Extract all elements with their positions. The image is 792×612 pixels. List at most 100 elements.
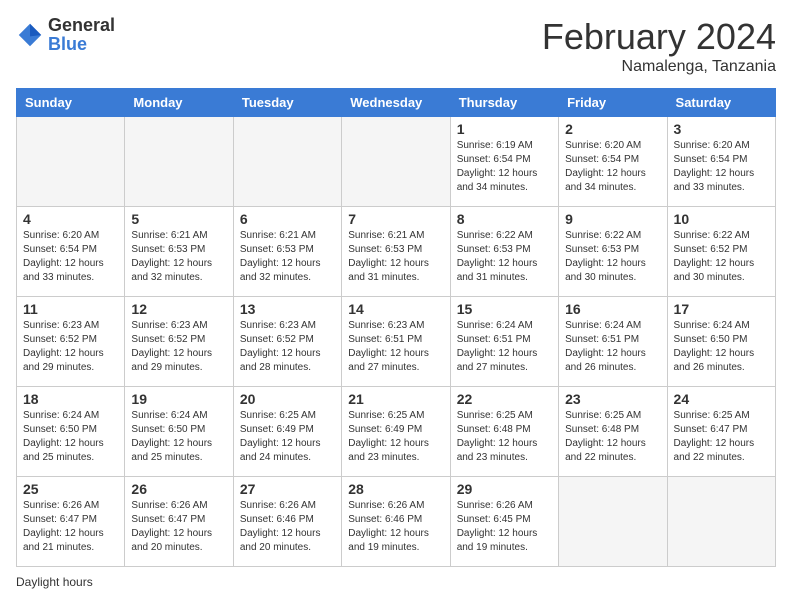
calendar-header-row: SundayMondayTuesdayWednesdayThursdayFrid… bbox=[17, 89, 776, 117]
day-number: 5 bbox=[131, 211, 226, 227]
day-info: Sunrise: 6:19 AM Sunset: 6:54 PM Dayligh… bbox=[457, 139, 552, 195]
calendar-table: SundayMondayTuesdayWednesdayThursdayFrid… bbox=[16, 88, 776, 567]
day-number: 13 bbox=[240, 301, 335, 317]
day-info: Sunrise: 6:25 AM Sunset: 6:48 PM Dayligh… bbox=[457, 409, 552, 465]
calendar-cell: 15 Sunrise: 6:24 AM Sunset: 6:51 PM Dayli… bbox=[450, 297, 558, 387]
calendar-cell: 28 Sunrise: 6:26 AM Sunset: 6:46 PM Dayli… bbox=[342, 477, 450, 567]
day-info: Sunrise: 6:20 AM Sunset: 6:54 PM Dayligh… bbox=[674, 139, 769, 195]
col-header-wednesday: Wednesday bbox=[342, 89, 450, 117]
calendar-cell bbox=[667, 477, 775, 567]
calendar-cell: 6Sunrise: 6:21 AM Sunset: 6:53 PM Daylig… bbox=[233, 207, 341, 297]
calendar-cell bbox=[559, 477, 667, 567]
calendar-cell: 9 Sunrise: 6:22 AM Sunset: 6:53 PM Daylig… bbox=[559, 207, 667, 297]
calendar-cell: 27Sunrise: 6:26 AM Sunset: 6:46 PM Dayli… bbox=[233, 477, 341, 567]
day-info: Sunrise: 6:25 AM Sunset: 6:49 PM Dayligh… bbox=[240, 409, 335, 465]
day-number: 18 bbox=[23, 391, 118, 407]
day-number: 2 bbox=[565, 121, 660, 137]
logo: General Blue bbox=[16, 16, 115, 54]
calendar-cell: 4 Sunrise: 6:20 AM Sunset: 6:54 PM Daylig… bbox=[17, 207, 125, 297]
day-info: Sunrise: 6:25 AM Sunset: 6:47 PM Dayligh… bbox=[674, 409, 769, 465]
calendar-cell: 25 Sunrise: 6:26 AM Sunset: 6:47 PM Dayli… bbox=[17, 477, 125, 567]
day-number: 29 bbox=[457, 481, 552, 497]
calendar-cell bbox=[125, 117, 233, 207]
day-number: 9 bbox=[565, 211, 660, 227]
calendar-week-2: 4 Sunrise: 6:20 AM Sunset: 6:54 PM Daylig… bbox=[17, 207, 776, 297]
day-number: 1 bbox=[457, 121, 552, 137]
day-info: Sunrise: 6:24 AM Sunset: 6:50 PM Dayligh… bbox=[674, 319, 769, 375]
calendar-week-1: 1 Sunrise: 6:19 AM Sunset: 6:54 PM Daylig… bbox=[17, 117, 776, 207]
day-info: Sunrise: 6:21 AM Sunset: 6:53 PM Dayligh… bbox=[348, 229, 443, 285]
page-header: General Blue February 2024 Namalenga, Ta… bbox=[16, 16, 776, 76]
day-number: 14 bbox=[348, 301, 443, 317]
day-info: Sunrise: 6:20 AM Sunset: 6:54 PM Dayligh… bbox=[565, 139, 660, 195]
day-number: 6 bbox=[240, 211, 335, 227]
day-info: Sunrise: 6:26 AM Sunset: 6:46 PM Dayligh… bbox=[348, 499, 443, 555]
day-number: 16 bbox=[565, 301, 660, 317]
day-info: Sunrise: 6:22 AM Sunset: 6:52 PM Dayligh… bbox=[674, 229, 769, 285]
day-number: 17 bbox=[674, 301, 769, 317]
calendar-week-3: 11 Sunrise: 6:23 AM Sunset: 6:52 PM Dayli… bbox=[17, 297, 776, 387]
calendar-cell: 24 Sunrise: 6:25 AM Sunset: 6:47 PM Dayli… bbox=[667, 387, 775, 477]
day-number: 15 bbox=[457, 301, 552, 317]
day-number: 28 bbox=[348, 481, 443, 497]
calendar-cell bbox=[17, 117, 125, 207]
day-info: Sunrise: 6:24 AM Sunset: 6:51 PM Dayligh… bbox=[457, 319, 552, 375]
col-header-tuesday: Tuesday bbox=[233, 89, 341, 117]
day-info: Sunrise: 6:26 AM Sunset: 6:47 PM Dayligh… bbox=[23, 499, 118, 555]
col-header-friday: Friday bbox=[559, 89, 667, 117]
calendar-cell bbox=[233, 117, 341, 207]
month-title: February 2024 bbox=[542, 16, 776, 58]
day-number: 27 bbox=[240, 481, 335, 497]
day-number: 19 bbox=[131, 391, 226, 407]
day-info: Sunrise: 6:20 AM Sunset: 6:54 PM Dayligh… bbox=[23, 229, 118, 285]
calendar-cell: 3 Sunrise: 6:20 AM Sunset: 6:54 PM Daylig… bbox=[667, 117, 775, 207]
calendar-cell: 2 Sunrise: 6:20 AM Sunset: 6:54 PM Daylig… bbox=[559, 117, 667, 207]
day-info: Sunrise: 6:23 AM Sunset: 6:51 PM Dayligh… bbox=[348, 319, 443, 375]
day-info: Sunrise: 6:24 AM Sunset: 6:51 PM Dayligh… bbox=[565, 319, 660, 375]
day-number: 21 bbox=[348, 391, 443, 407]
day-info: Sunrise: 6:21 AM Sunset: 6:53 PM Dayligh… bbox=[131, 229, 226, 285]
calendar-cell: 12Sunrise: 6:23 AM Sunset: 6:52 PM Dayli… bbox=[125, 297, 233, 387]
calendar-cell: 1 Sunrise: 6:19 AM Sunset: 6:54 PM Daylig… bbox=[450, 117, 558, 207]
calendar-cell: 23 Sunrise: 6:25 AM Sunset: 6:48 PM Dayli… bbox=[559, 387, 667, 477]
day-info: Sunrise: 6:22 AM Sunset: 6:53 PM Dayligh… bbox=[457, 229, 552, 285]
calendar-cell: 14 Sunrise: 6:23 AM Sunset: 6:51 PM Dayli… bbox=[342, 297, 450, 387]
day-number: 8 bbox=[457, 211, 552, 227]
day-info: Sunrise: 6:22 AM Sunset: 6:53 PM Dayligh… bbox=[565, 229, 660, 285]
day-info: Sunrise: 6:24 AM Sunset: 6:50 PM Dayligh… bbox=[131, 409, 226, 465]
day-number: 23 bbox=[565, 391, 660, 407]
col-header-sunday: Sunday bbox=[17, 89, 125, 117]
day-info: Sunrise: 6:26 AM Sunset: 6:47 PM Dayligh… bbox=[131, 499, 226, 555]
day-number: 12 bbox=[131, 301, 226, 317]
footer-note: Daylight hours bbox=[16, 575, 776, 589]
calendar-cell: 22 Sunrise: 6:25 AM Sunset: 6:48 PM Dayli… bbox=[450, 387, 558, 477]
calendar-cell: 5 Sunrise: 6:21 AM Sunset: 6:53 PM Daylig… bbox=[125, 207, 233, 297]
calendar-cell: 11Sunrise: 6:23 AM Sunset: 6:52 PM Dayli… bbox=[17, 297, 125, 387]
day-info: Sunrise: 6:23 AM Sunset: 6:52 PM Dayligh… bbox=[240, 319, 335, 375]
calendar-cell: 26Sunrise: 6:26 AM Sunset: 6:47 PM Dayli… bbox=[125, 477, 233, 567]
col-header-monday: Monday bbox=[125, 89, 233, 117]
calendar-cell: 29Sunrise: 6:26 AM Sunset: 6:45 PM Dayli… bbox=[450, 477, 558, 567]
day-number: 22 bbox=[457, 391, 552, 407]
day-number: 7 bbox=[348, 211, 443, 227]
day-number: 24 bbox=[674, 391, 769, 407]
location-title: Namalenga, Tanzania bbox=[542, 58, 776, 76]
calendar-cell bbox=[342, 117, 450, 207]
logo-general: General bbox=[48, 15, 115, 35]
day-number: 10 bbox=[674, 211, 769, 227]
calendar-cell: 7 Sunrise: 6:21 AM Sunset: 6:53 PM Daylig… bbox=[342, 207, 450, 297]
calendar-week-4: 18 Sunrise: 6:24 AM Sunset: 6:50 PM Dayli… bbox=[17, 387, 776, 477]
title-area: February 2024 Namalenga, Tanzania bbox=[542, 16, 776, 76]
calendar-cell: 21Sunrise: 6:25 AM Sunset: 6:49 PM Dayli… bbox=[342, 387, 450, 477]
day-number: 11 bbox=[23, 301, 118, 317]
calendar-week-5: 25 Sunrise: 6:26 AM Sunset: 6:47 PM Dayli… bbox=[17, 477, 776, 567]
day-number: 3 bbox=[674, 121, 769, 137]
day-number: 25 bbox=[23, 481, 118, 497]
day-info: Sunrise: 6:25 AM Sunset: 6:48 PM Dayligh… bbox=[565, 409, 660, 465]
calendar-cell: 18Sunrise: 6:24 AM Sunset: 6:50 PM Dayli… bbox=[17, 387, 125, 477]
col-header-saturday: Saturday bbox=[667, 89, 775, 117]
calendar-cell: 19 Sunrise: 6:24 AM Sunset: 6:50 PM Dayli… bbox=[125, 387, 233, 477]
col-header-thursday: Thursday bbox=[450, 89, 558, 117]
calendar-cell: 8 Sunrise: 6:22 AM Sunset: 6:53 PM Daylig… bbox=[450, 207, 558, 297]
day-number: 4 bbox=[23, 211, 118, 227]
